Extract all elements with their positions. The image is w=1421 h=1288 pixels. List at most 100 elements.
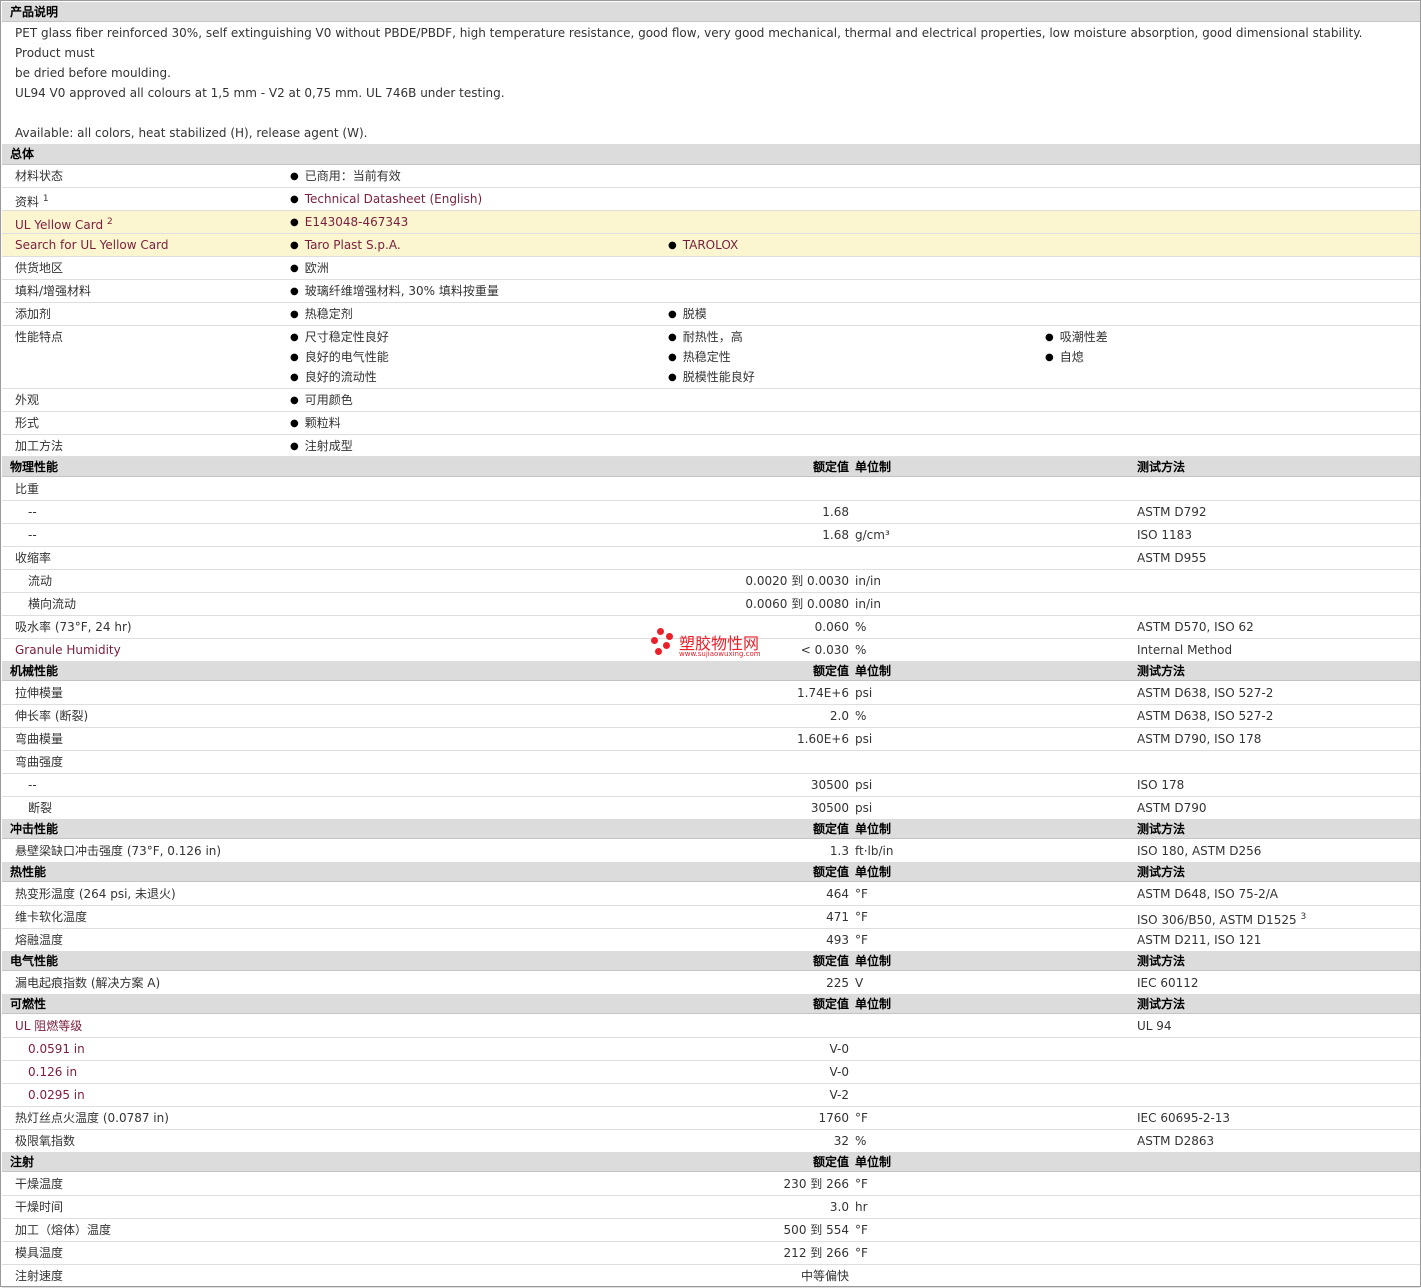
datasheet-link[interactable]: Technical Datasheet (English) (290, 191, 482, 209)
row-additive: 添加剂 热稳定剂 脱模 (2, 303, 1420, 326)
table-row: 悬壁梁缺口冲击强度 (73°F, 0.126 in) 1.3 ft·lb/in ISO… (2, 840, 1420, 863)
row-value: 2.0 (829, 709, 849, 723)
row-value: 230 到 266 (783, 1177, 849, 1191)
datasheet: 产品说明 PET glass fiber reinforced 30%, sel… (0, 0, 1421, 1288)
row-unit: °F (855, 1223, 868, 1237)
section-thermal: 热性能 额定值 单位制 测试方法 (2, 862, 1420, 882)
section-mechanical: 机械性能 额定值 单位制 测试方法 (2, 661, 1420, 681)
row-method: ASTM D955 (1137, 551, 1207, 565)
header-method: 测试方法 (1137, 664, 1186, 678)
row-value: 可用颜色 (290, 392, 353, 410)
row-method: ASTM D211, ISO 121 (1137, 933, 1262, 947)
row-material-status: 材料状态 已商用：当前有效 (2, 165, 1420, 188)
row-unit: V (855, 976, 864, 990)
table-row: 流动 0.0020 到 0.0030 in/in (2, 570, 1420, 593)
row-value: 1.68 (822, 528, 849, 542)
row-value: 热稳定剂 (290, 306, 353, 324)
feature-item: 热稳定性 (668, 349, 731, 367)
table-row: 热变形温度 (264 psi, 未退火) 464 °F ASTM D648, ISO … (2, 883, 1420, 906)
watermark-url: www.sujiaowuxing.com (679, 650, 761, 658)
row-unit: psi (855, 686, 873, 700)
ul-card-link[interactable]: E143048-467343 (290, 214, 409, 232)
section-title: 产品说明 (10, 5, 59, 19)
description-p1: PET glass fiber reinforced 30%, self ext… (15, 26, 1363, 80)
section-electrical: 电气性能 额定值 单位制 测试方法 (2, 951, 1420, 971)
feature-item: 尺寸稳定性良好 (290, 329, 389, 347)
table-row: 弯曲强度 (2, 751, 1420, 774)
table-row: UL 阻燃等级 UL 94 (2, 1015, 1420, 1038)
header-nominal: 额定值 (812, 997, 849, 1011)
table-row: 横向流动 0.0060 到 0.0080 in/in (2, 593, 1420, 616)
header-unit: 单位制 (855, 1155, 892, 1169)
row-label: Search for UL Yellow Card (15, 238, 169, 252)
header-method: 测试方法 (1137, 954, 1186, 968)
search-link-tradename[interactable]: TAROLOX (668, 237, 739, 255)
table-row: 断裂 30500 psi ASTM D790 (2, 797, 1420, 820)
row-documents: 资料 1 Technical Datasheet (English) (2, 188, 1420, 211)
row-label: UL Yellow Card 2 (15, 217, 113, 232)
watermark-logo: 塑胶物性网 www.sujiaowuxing.com (649, 627, 789, 663)
header-unit: 单位制 (855, 997, 892, 1011)
section-title: 总体 (10, 147, 35, 161)
row-value: 1.3 (829, 844, 849, 858)
row-features: 性能特点 尺寸稳定性良好 良好的电气性能 良好的流动性 耐热性，高 热稳定性 脱… (2, 326, 1420, 389)
row-unit: °F (855, 1246, 868, 1260)
header-nominal: 额定值 (812, 664, 849, 678)
header-unit: 单位制 (855, 460, 892, 474)
row-label: UL 阻燃等级 (15, 1019, 83, 1033)
row-region: 供货地区 欧洲 (2, 257, 1420, 280)
row-unit: ft·lb/in (855, 844, 894, 858)
table-row: 极限氧指数 32% ASTM D2863 (2, 1130, 1420, 1153)
row-method: ASTM D790, ISO 178 (1137, 732, 1262, 746)
row-method: ASTM D792 (1137, 505, 1207, 519)
section-injection: 注射 额定值 单位制 (2, 1152, 1420, 1172)
row-method: ASTM D638, ISO 527-2 (1137, 709, 1274, 723)
row-value: 脱模 (668, 306, 707, 324)
table-row: 干燥时间 3.0 hr (2, 1196, 1420, 1219)
table-row: 0.126 in V-0 (2, 1061, 1420, 1084)
table-row: 热灯丝点火温度 (0.0787 in) 1760 °F IEC 60695-2-13 (2, 1107, 1420, 1130)
row-value: 500 到 554 (783, 1223, 849, 1237)
row-unit: °F (855, 910, 868, 924)
table-row: 维卡软化温度 471 °F ISO 306/B50, ASTM D1525 3 (2, 906, 1420, 929)
row-value: V-0 (829, 1042, 849, 1056)
row-value: 30500 (810, 778, 849, 792)
section-physical: 物理性能 额定值 单位制 测试方法 (2, 457, 1420, 477)
search-link-company[interactable]: Taro Plast S.p.A. (290, 237, 401, 255)
row-label: 性能特点 (15, 330, 64, 344)
table-row: 0.0591 in V-0 (2, 1038, 1420, 1061)
row-label: 弯曲强度 (15, 755, 64, 769)
row-value: 32 (833, 1134, 849, 1148)
row-label: 形式 (15, 416, 40, 430)
row-method: ISO 180, ASTM D256 (1137, 844, 1262, 858)
table-row: 加工（熔体）温度 500 到 554 °F (2, 1219, 1420, 1242)
row-value: V-2 (829, 1088, 849, 1102)
table-row: 弯曲模量 1.60E+6 psi ASTM D790, ISO 178 (2, 728, 1420, 751)
description-p3: Available: all colors, heat stabilized (… (15, 126, 368, 140)
table-row: 伸长率 (断裂) 2.0% ASTM D638, ISO 527-2 (2, 705, 1420, 728)
table-row: 漏电起痕指数 (解决方案 A) 225 V IEC 60112 (2, 972, 1420, 995)
header-unit: 单位制 (855, 664, 892, 678)
row-value: 225 (826, 976, 849, 990)
feature-item: 良好的电气性能 (290, 349, 389, 367)
table-row: 模具温度 212 到 266 °F (2, 1242, 1420, 1265)
row-value: 1.60E+6 (797, 732, 849, 746)
row-unit: psi (855, 778, 873, 792)
row-value: 1.68 (822, 505, 849, 519)
row-unit: % (855, 643, 867, 657)
row-value: 30500 (810, 801, 849, 815)
table-row: 干燥温度 230 到 266 °F (2, 1173, 1420, 1196)
row-label: 比重 (15, 482, 40, 496)
row-value: 欧洲 (290, 260, 329, 278)
row-label: 外观 (15, 393, 40, 407)
row-label: 填料/增强材料 (15, 284, 92, 298)
row-method: ISO 1183 (1137, 528, 1192, 542)
row-unit: in/in (855, 597, 881, 611)
description-p2: UL94 V0 approved all colours at 1,5 mm -… (15, 86, 505, 100)
row-value: 212 到 266 (783, 1246, 849, 1260)
header-nominal: 额定值 (812, 954, 849, 968)
row-ul-yellow-card: UL Yellow Card 2 E143048-467343 (2, 211, 1420, 234)
header-method: 测试方法 (1137, 865, 1186, 879)
header-nominal: 额定值 (812, 1155, 849, 1169)
row-unit: % (855, 1134, 867, 1148)
